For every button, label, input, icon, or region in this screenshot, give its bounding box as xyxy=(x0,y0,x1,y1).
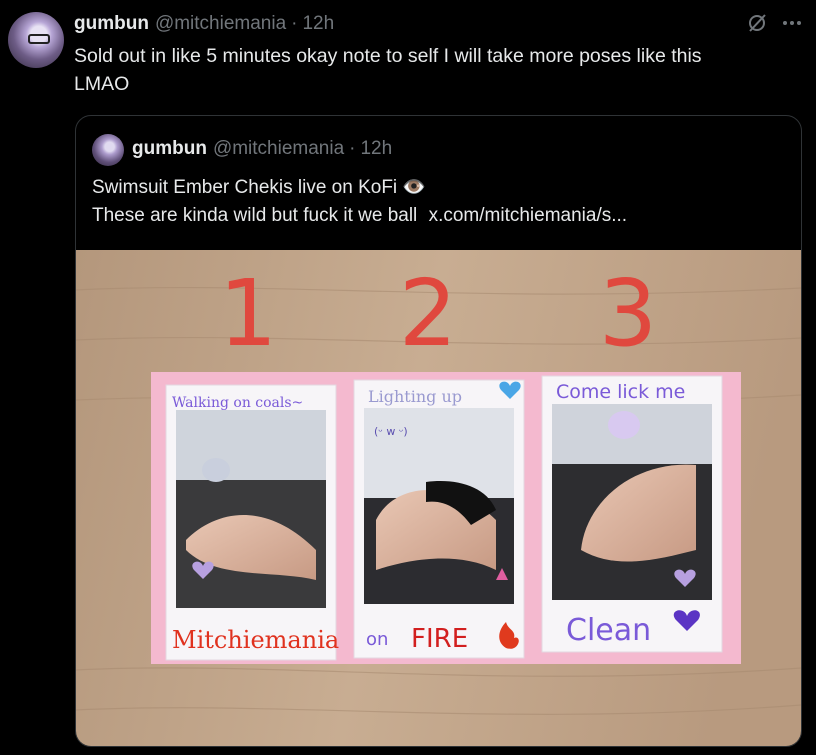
author-handle[interactable]: @mitchiemania xyxy=(155,13,286,35)
card3-caption-bottom: Clean xyxy=(566,613,651,648)
polaroid-card-1[interactable]: Walking on coals~ Mitchiemania xyxy=(165,384,339,661)
avatar-glasses xyxy=(28,34,50,44)
quote-text: Swimsuit Ember Chekis live on KoFi 👁️ Th… xyxy=(92,174,782,230)
quote-text-line-1: Swimsuit Ember Chekis live on KoFi 👁️ xyxy=(92,177,427,198)
card2-caption-fire: FIRE xyxy=(411,624,468,654)
quote-time[interactable]: 12h xyxy=(360,138,392,160)
quote-text-line-2: These are kinda wild but fuck it we ball xyxy=(92,205,418,226)
number-2: 2 xyxy=(399,260,458,367)
author-name[interactable]: gumbun xyxy=(74,13,149,35)
unicorn-sticker xyxy=(608,411,640,439)
quote-link[interactable]: x.com/mitchiemania/s... xyxy=(429,205,628,226)
number-1: 1 xyxy=(219,260,278,367)
quote-photo[interactable]: 1 2 3 Walking on coals~ Mitchiemania Lig… xyxy=(76,250,801,746)
quote-author-avatar[interactable] xyxy=(92,134,124,166)
polaroid-card-2[interactable]: Lighting up (ᵕ w ᵕ) on FIRE xyxy=(353,379,525,659)
quote-author-handle[interactable]: @mitchiemania xyxy=(213,138,344,160)
tweet-text: Sold out in like 5 minutes okay note to … xyxy=(74,42,794,98)
card1-caption-bottom: Mitchiemania xyxy=(172,626,339,654)
quote-separator-dot: · xyxy=(349,138,356,159)
card2-face: (ᵕ w ᵕ) xyxy=(374,425,408,438)
number-3: 3 xyxy=(599,260,658,367)
more-options-icon[interactable] xyxy=(782,13,802,38)
tweet-text-line-2: LMAO xyxy=(74,73,130,95)
card2-caption-on: on xyxy=(366,629,388,650)
header-actions xyxy=(746,12,802,39)
no-grok-icon[interactable] xyxy=(746,12,768,39)
quote-header: gumbun @mitchiemania · 12h xyxy=(132,138,392,160)
author-avatar[interactable] xyxy=(8,12,64,68)
tweet-text-line-1: Sold out in like 5 minutes okay note to … xyxy=(74,45,702,67)
tweet-header: gumbun @mitchiemania · 12h xyxy=(74,12,334,36)
card2-caption-top: Lighting up xyxy=(368,387,462,406)
quoted-tweet[interactable]: gumbun @mitchiemania · 12h Swimsuit Embe… xyxy=(75,115,802,747)
card1-caption-top: Walking on coals~ xyxy=(172,395,303,411)
separator-dot: · xyxy=(291,13,298,34)
card3-caption-top: Come lick me xyxy=(556,381,685,403)
polaroid-card-3[interactable]: Come lick me Clean xyxy=(541,375,723,653)
tweet-time[interactable]: 12h xyxy=(302,13,334,35)
quote-author-name[interactable]: gumbun xyxy=(132,138,207,160)
